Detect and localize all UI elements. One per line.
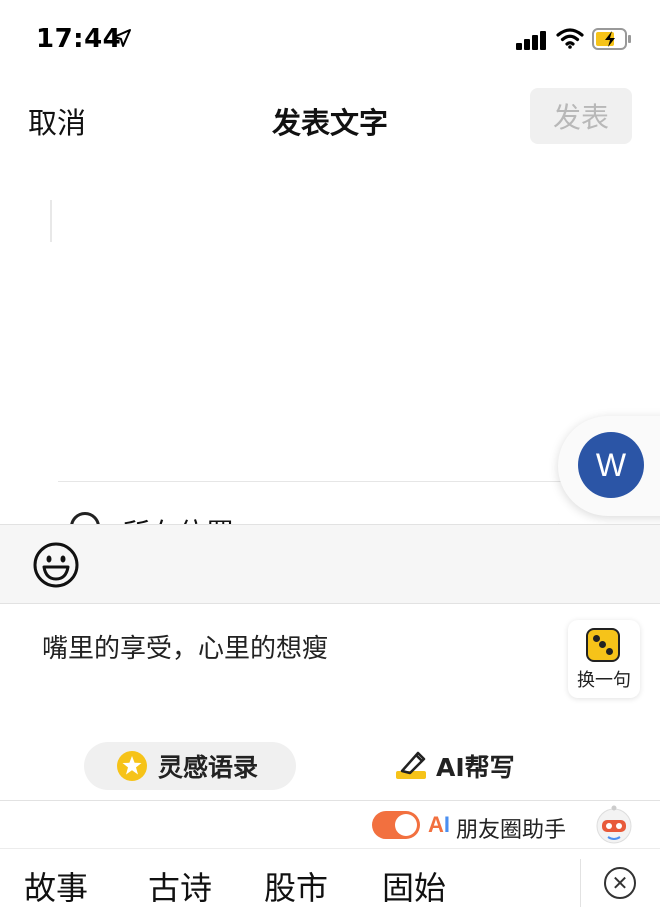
ai-write-button[interactable]: AI帮写 xyxy=(394,748,515,784)
ai-badge: AI xyxy=(428,812,451,837)
toggle-knob xyxy=(395,814,417,836)
close-candidates-icon[interactable]: ✕ xyxy=(604,867,636,899)
location-row[interactable]: 所在位置 › xyxy=(0,482,660,524)
divider xyxy=(580,859,581,907)
wifi-icon xyxy=(556,28,584,49)
ai-write-label: AI帮写 xyxy=(436,753,515,782)
shuffle-sentence-button[interactable]: 换一句 xyxy=(568,620,640,698)
battery-charging-icon xyxy=(592,28,631,50)
publish-button[interactable]: 发表 xyxy=(530,88,632,144)
shuffle-label: 换一句 xyxy=(577,670,631,691)
status-time: 17:44 xyxy=(36,24,122,54)
chevron-right-icon: › xyxy=(556,512,567,524)
floating-word-app-icon[interactable]: W xyxy=(578,432,644,498)
keyboard-candidate-bar: 故事 古诗 股市 固始 ✕ xyxy=(0,848,660,917)
divider xyxy=(0,800,660,801)
text-cursor[interactable] xyxy=(50,200,52,242)
robot-mascot-icon[interactable] xyxy=(594,804,634,844)
inspiration-quotes-button[interactable]: 灵感语录 xyxy=(84,742,296,790)
location-arrow-icon xyxy=(113,29,131,47)
pen-write-icon xyxy=(396,751,426,779)
emoji-toolbar xyxy=(0,524,660,604)
dice-icon xyxy=(586,628,620,662)
moments-assistant-label: 朋友圈助手 xyxy=(456,818,567,843)
candidate-word[interactable]: 古诗 xyxy=(148,863,212,909)
inspiration-label: 灵感语录 xyxy=(158,753,259,782)
emoji-icon[interactable] xyxy=(32,541,80,589)
star-badge-icon xyxy=(117,751,147,781)
assistant-toggle[interactable] xyxy=(372,811,420,839)
location-label: 所在位置 xyxy=(122,512,234,524)
candidate-word[interactable]: 固始 xyxy=(382,863,446,909)
candidate-word[interactable]: 股市 xyxy=(264,863,328,909)
cancel-button[interactable]: 取消 xyxy=(28,100,86,142)
suggested-sentence[interactable]: 嘴里的享受，心里的想瘦 xyxy=(42,628,328,665)
location-pin-icon xyxy=(70,512,100,524)
candidate-word[interactable]: 故事 xyxy=(24,863,88,909)
signal-icon xyxy=(516,31,546,50)
